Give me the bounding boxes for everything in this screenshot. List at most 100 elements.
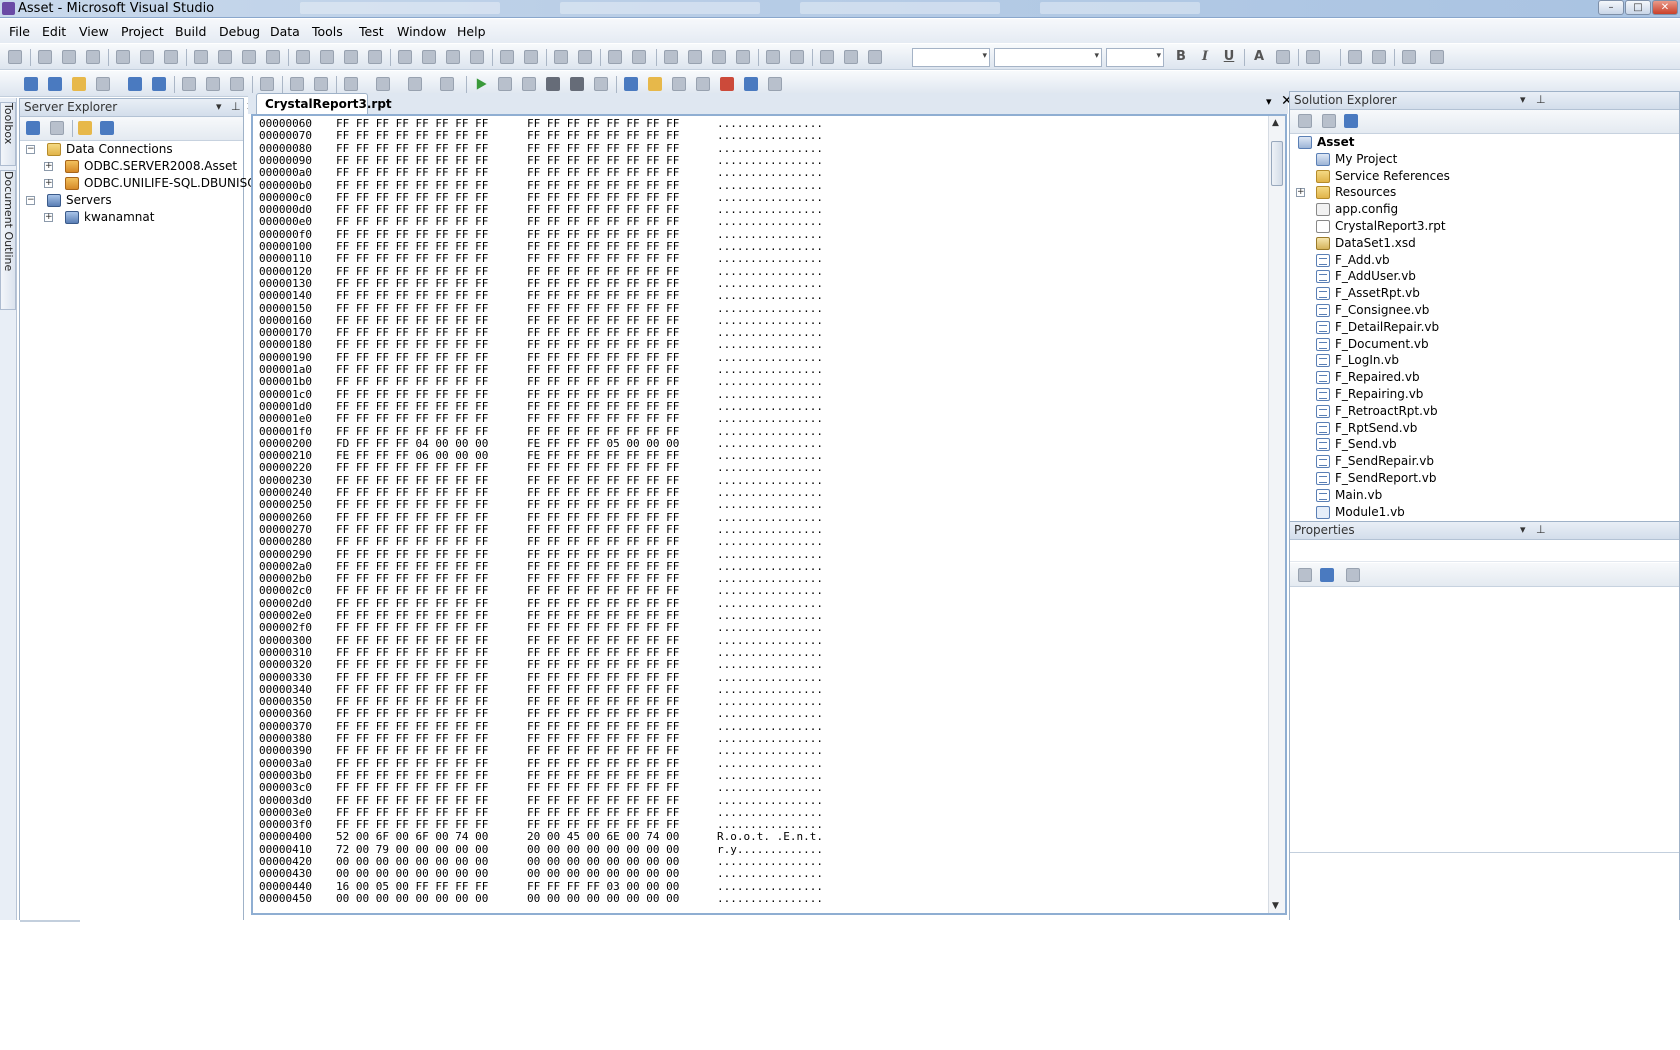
menu-project[interactable]: Project [121, 24, 164, 39]
indent-icon[interactable] [820, 50, 834, 64]
refresh-icon[interactable] [1344, 114, 1358, 128]
send-to-back-icon[interactable] [578, 50, 592, 64]
size-to-grid-icon[interactable] [266, 50, 280, 64]
align-bottoms-icon[interactable] [164, 50, 178, 64]
new-project-icon[interactable] [24, 77, 38, 91]
vertical-scrollbar[interactable]: ▲ ▼ [1268, 116, 1285, 913]
menu-help[interactable]: Help [457, 24, 486, 39]
save-all-icon[interactable] [152, 77, 166, 91]
outdent-icon[interactable] [844, 50, 858, 64]
categorized-icon[interactable] [1298, 568, 1312, 582]
property-pages-icon[interactable] [1346, 568, 1360, 582]
scroll-up-icon[interactable]: ▲ [1272, 118, 1279, 128]
remove-horizontal-spacing-icon[interactable] [368, 50, 382, 64]
align-centers-icon[interactable] [62, 50, 76, 64]
redo-icon[interactable] [376, 77, 390, 91]
comment-icon[interactable] [868, 50, 882, 64]
center-horizontally-icon[interactable] [500, 50, 514, 64]
properties-window-icon[interactable] [672, 77, 686, 91]
open-file-icon[interactable] [72, 77, 86, 91]
step-over-icon[interactable] [570, 77, 584, 91]
navigate-backward-icon[interactable] [408, 77, 422, 91]
add-item-icon[interactable] [48, 77, 62, 91]
increase-vertical-spacing-icon[interactable] [422, 50, 436, 64]
step-out-icon[interactable] [594, 77, 608, 91]
step-into-icon[interactable] [546, 77, 560, 91]
connect-to-database-icon[interactable] [78, 121, 92, 135]
panel-menu-icon[interactable]: ▾ [1520, 93, 1526, 106]
scrollbar-thumb[interactable] [1271, 141, 1283, 186]
tab-order-icon[interactable] [608, 50, 622, 64]
bullets-icon[interactable] [1348, 50, 1362, 64]
save-icon[interactable] [128, 77, 142, 91]
expand-icon[interactable]: + [1296, 188, 1305, 198]
numbering-icon[interactable] [1372, 50, 1386, 64]
scroll-down-icon[interactable]: ▼ [1272, 901, 1279, 911]
undo-icon[interactable] [344, 77, 358, 91]
table-icon[interactable] [688, 50, 702, 64]
italic-button[interactable]: I [1198, 50, 1212, 64]
document-outline-tab[interactable]: Document Outline [0, 170, 16, 310]
link-icon[interactable] [1402, 50, 1416, 64]
cut-icon[interactable] [182, 77, 196, 91]
solution-explorer-icon[interactable] [648, 77, 662, 91]
properties-icon[interactable] [1298, 114, 1312, 128]
uncomment-icon[interactable] [314, 77, 328, 91]
properties-object-selector[interactable] [1290, 540, 1679, 562]
menu-build[interactable]: Build [175, 24, 206, 39]
menu-test[interactable]: Test [359, 24, 384, 39]
toolbox-icon[interactable] [720, 77, 734, 91]
increase-horizontal-spacing-icon[interactable] [320, 50, 334, 64]
pin-icon[interactable]: ⊥ [1536, 93, 1546, 106]
find-icon[interactable] [260, 77, 274, 91]
collapse-icon[interactable]: − [26, 145, 35, 154]
make-same-size-icon[interactable] [242, 50, 256, 64]
menu-window[interactable]: Window [397, 24, 446, 39]
make-same-width-icon[interactable] [194, 50, 208, 64]
connect-to-server-icon[interactable] [100, 121, 114, 135]
add-new-item-icon[interactable] [96, 77, 110, 91]
refresh-icon[interactable] [26, 121, 40, 135]
align-lefts-icon[interactable] [38, 50, 52, 64]
start-page-icon[interactable] [744, 77, 758, 91]
minimize-button[interactable]: – [1598, 0, 1624, 15]
expand-icon[interactable]: + [44, 162, 53, 171]
menu-data[interactable]: Data [270, 24, 300, 39]
menu-debug[interactable]: Debug [219, 24, 260, 39]
underline-button[interactable]: U [1222, 50, 1236, 64]
menu-view[interactable]: View [79, 24, 109, 39]
paste-icon[interactable] [230, 77, 244, 91]
toolbox-tab[interactable]: Toolbox [0, 102, 16, 166]
stop-icon[interactable] [522, 77, 536, 91]
remove-vertical-spacing-icon[interactable] [470, 50, 484, 64]
toolbar-button-icon[interactable] [8, 50, 22, 64]
start-debugging-icon[interactable] [476, 78, 487, 90]
query-icon[interactable] [736, 50, 750, 64]
bring-to-front-icon[interactable] [554, 50, 568, 64]
align-middles-icon[interactable] [140, 50, 154, 64]
close-button[interactable]: ✕ [1652, 0, 1678, 15]
alphabetical-icon[interactable] [1320, 568, 1334, 582]
align-tops-icon[interactable] [116, 50, 130, 64]
pin-icon[interactable]: ⊥ [1536, 523, 1546, 536]
make-same-height-icon[interactable] [218, 50, 232, 64]
bold-button[interactable]: B [1174, 50, 1188, 64]
panel-menu-icon[interactable]: ▾ [1520, 523, 1526, 536]
expand-icon[interactable]: + [44, 213, 53, 222]
highlight-icon[interactable] [1276, 50, 1290, 64]
grid-icon[interactable] [664, 50, 678, 64]
pause-icon[interactable] [498, 77, 512, 91]
verify-icon[interactable] [790, 50, 804, 64]
horizontal-spacing-icon[interactable] [296, 50, 310, 64]
menu-tools[interactable]: Tools [312, 24, 343, 39]
show-all-files-icon[interactable] [1322, 114, 1336, 128]
justify-icon[interactable] [1306, 50, 1320, 64]
style-combo[interactable] [912, 48, 990, 67]
expand-icon[interactable]: + [44, 179, 53, 188]
decrease-vertical-spacing-icon[interactable] [446, 50, 460, 64]
toolbar-options-icon[interactable] [1430, 50, 1444, 64]
copy-icon[interactable] [206, 77, 220, 91]
sql-icon[interactable] [712, 50, 726, 64]
font-size-combo[interactable] [1106, 48, 1164, 67]
maximize-button[interactable]: □ [1625, 0, 1651, 15]
